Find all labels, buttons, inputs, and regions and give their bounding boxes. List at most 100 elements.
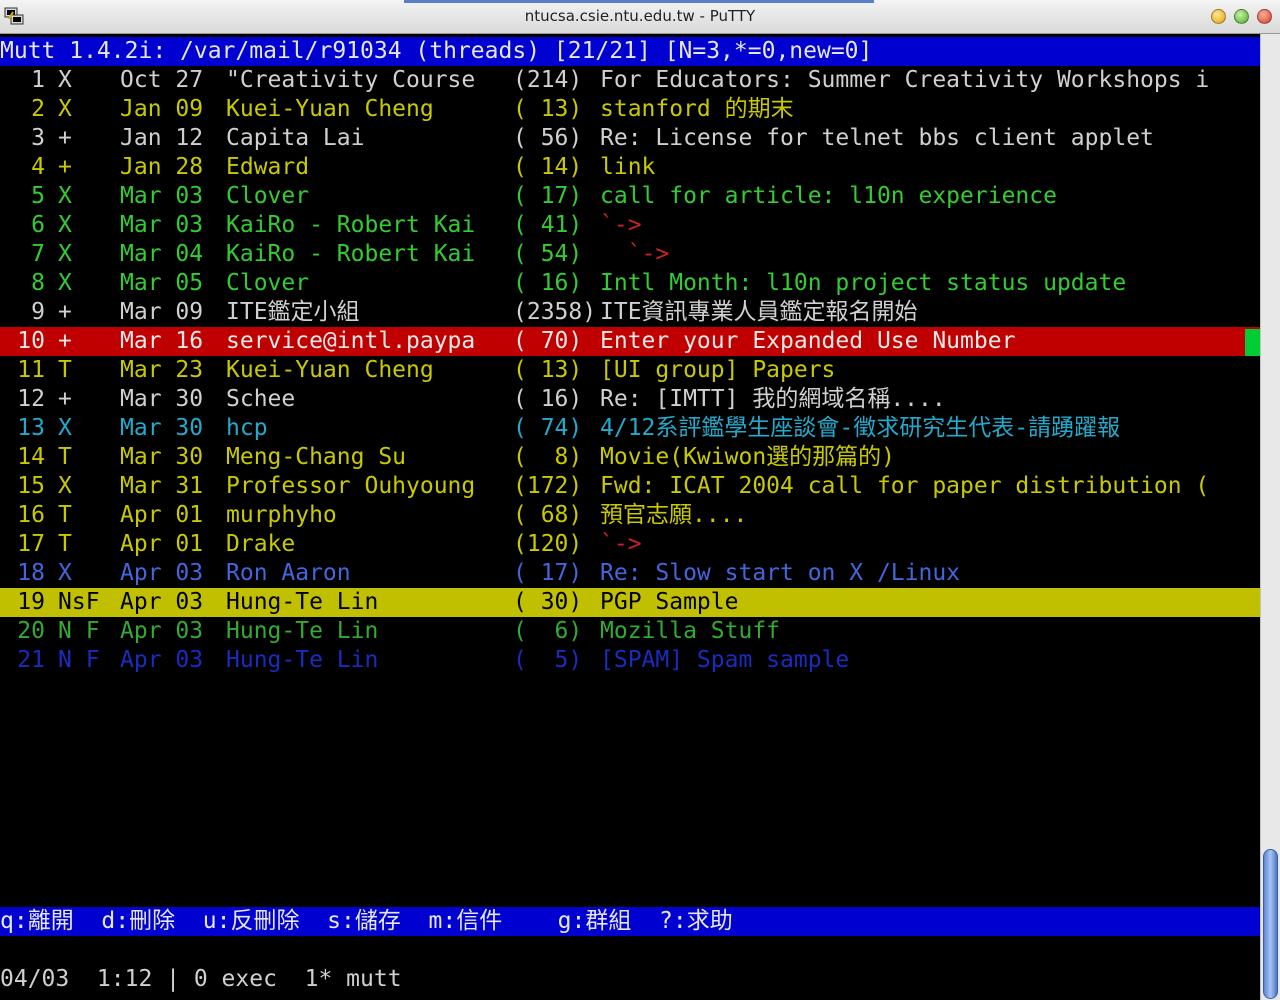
message-num: 6: [31, 212, 45, 238]
message-subject: PGP Sample: [600, 589, 739, 615]
message-from: Kuei-Yuan Cheng: [226, 357, 434, 383]
message-subject: Re: Slow start on X /Linux: [600, 560, 961, 586]
scrollbar-thumb[interactable]: [1263, 849, 1278, 999]
help-bar: q:離開 d:刪除 u:反刪除 s:儲存 m:信件 g:群組 ?:求助: [0, 907, 1260, 936]
message-date: Jan 09: [120, 96, 204, 122]
message-date: Mar 03: [120, 183, 204, 209]
mutt-header-text: Mutt 1.4.2i: /var/mail/r91034 (threads) …: [0, 38, 873, 64]
message-num: 10: [17, 328, 45, 354]
message-from: hcp: [226, 415, 268, 441]
message-row[interactable]: 7 X Mar 04 KaiRo - Robert Kai ( 54) `->: [0, 240, 1260, 269]
message-num: 4: [31, 154, 45, 180]
message-row[interactable]: 2 X Jan 09 Kuei-Yuan Cheng ( 13) stanford 的期末: [0, 95, 1260, 124]
message-from: Clover: [226, 183, 310, 209]
message-row[interactable]: 5 X Mar 03 Clover ( 17) call for article: l10…: [0, 182, 1260, 211]
message-from: Clover: [226, 270, 310, 296]
message-row[interactable]: 8 X Mar 05 Clover ( 16) Intl Month: l10n proj…: [0, 269, 1260, 298]
message-subject: Intl Month: l10n project status update: [600, 270, 1127, 296]
message-row[interactable]: 13 X Mar 30 hcp ( 74) 4/12系評鑑學生座談會-徵求研究生代表-請踴…: [0, 414, 1260, 443]
mutt-header-bar: Mutt 1.4.2i: /var/mail/r91034 (threads) …: [0, 37, 1260, 66]
message-from: Professor Ouhyoung: [226, 473, 476, 499]
message-subject: For Educators: Summer Creativity Worksho…: [600, 67, 1210, 93]
message-num: 11: [17, 357, 45, 383]
message-num: 12: [17, 386, 45, 412]
minimize-button[interactable]: [1211, 9, 1226, 24]
close-button[interactable]: [1257, 9, 1272, 24]
message-num: 1: [31, 67, 45, 93]
message-from: KaiRo - Robert Kai: [226, 241, 476, 267]
message-flag: X: [58, 183, 72, 209]
window-titlebar: ntucsa.csie.ntu.edu.tw - PuTTY: [0, 0, 1280, 34]
message-num: 8: [31, 270, 45, 296]
message-row[interactable]: 20 N F Apr 03 Hung-Te Lin ( 6) Mozilla Stuff: [0, 617, 1260, 646]
message-date: Apr 01: [120, 531, 204, 557]
message-row[interactable]: 11 T Mar 23 Kuei-Yuan Cheng ( 13) [UI group] …: [0, 356, 1260, 385]
message-date: Apr 01: [120, 502, 204, 528]
maximize-button[interactable]: [1234, 9, 1249, 24]
message-date: Apr 03: [120, 618, 204, 644]
message-date: Jan 28: [120, 154, 204, 180]
message-size: ( 17): [513, 560, 583, 586]
message-row[interactable]: 17 T Apr 01 Drake (120) `->: [0, 530, 1260, 559]
message-size: ( 17): [513, 183, 583, 209]
message-size: (120): [513, 531, 583, 557]
message-flag: N F: [58, 647, 100, 673]
message-row[interactable]: 14 T Mar 30 Meng-Chang Su ( 8) Movie(Kwiwon選的…: [0, 443, 1260, 472]
message-num: 9: [31, 299, 45, 325]
message-num: 18: [17, 560, 45, 586]
message-row[interactable]: 10 + Mar 16 service@intl.paypa ( 70) Enter yo…: [0, 327, 1260, 356]
message-row[interactable]: 21 N F Apr 03 Hung-Te Lin ( 5) [SPAM] Spam sa…: [0, 646, 1260, 675]
message-subject: `->: [600, 212, 642, 238]
message-size: (172): [513, 473, 583, 499]
message-flag: X: [58, 270, 72, 296]
message-row[interactable]: 18 X Apr 03 Ron Aaron ( 17) Re: Slow start on…: [0, 559, 1260, 588]
scrollbar[interactable]: [1260, 34, 1280, 1000]
message-row[interactable]: 19 NsF Apr 03 Hung-Te Lin ( 30) PGP Sample: [0, 588, 1260, 617]
terminal-cursor: [1245, 329, 1260, 356]
message-size: ( 30): [513, 589, 583, 615]
message-size: ( 74): [513, 415, 583, 441]
message-row[interactable]: 6 X Mar 03 KaiRo - Robert Kai ( 41) `->: [0, 211, 1260, 240]
message-from: Kuei-Yuan Cheng: [226, 96, 434, 122]
message-num: 16: [17, 502, 45, 528]
message-num: 19: [17, 589, 45, 615]
message-date: Mar 31: [120, 473, 204, 499]
message-from: Edward: [226, 154, 310, 180]
message-date: Jan 12: [120, 125, 204, 151]
message-size: ( 68): [513, 502, 583, 528]
message-row[interactable]: 4 + Jan 28 Edward ( 14) link: [0, 153, 1260, 182]
message-date: Apr 03: [120, 560, 204, 586]
message-subject: ITE資訊專業人員鑑定報名開始: [600, 299, 918, 325]
message-flag: NsF: [58, 589, 100, 615]
message-flag: X: [58, 67, 72, 93]
message-from: ITE鑑定小組: [226, 299, 360, 325]
message-date: Mar 30: [120, 444, 204, 470]
message-date: Apr 03: [120, 589, 204, 615]
screen-status-line: 04/03 1:12 | 0 exec 1* mutt: [0, 965, 1260, 994]
message-flag: X: [58, 415, 72, 441]
message-row[interactable]: 12 + Mar 30 Schee ( 16) Re: [IMTT] 我的網域名稱....: [0, 385, 1260, 414]
message-subject: Mozilla Stuff: [600, 618, 781, 644]
message-num: 3: [31, 125, 45, 151]
message-subject: `->: [600, 531, 642, 557]
message-row[interactable]: 3 + Jan 12 Capita Lai ( 56) Re: License for t…: [0, 124, 1260, 153]
message-num: 20: [17, 618, 45, 644]
message-row[interactable]: 15 X Mar 31 Professor Ouhyoung (172) Fwd: ICA…: [0, 472, 1260, 501]
message-date: Mar 05: [120, 270, 204, 296]
message-num: 7: [31, 241, 45, 267]
message-row[interactable]: 9 + Mar 09 ITE鑑定小組 (2358) ITE資訊專業人員鑑定報名開始: [0, 298, 1260, 327]
message-row[interactable]: 1 X Oct 27 "Creativity Course (214) For Educa…: [0, 66, 1260, 95]
message-size: ( 6): [513, 618, 583, 644]
message-size: ( 13): [513, 96, 583, 122]
message-date: Mar 09: [120, 299, 204, 325]
message-size: ( 5): [513, 647, 583, 673]
message-row[interactable]: 16 T Apr 01 murphyho ( 68) 預官志願....: [0, 501, 1260, 530]
message-size: ( 56): [513, 125, 583, 151]
message-num: 5: [31, 183, 45, 209]
message-flag: +: [58, 328, 72, 354]
message-from: Meng-Chang Su: [226, 444, 407, 470]
message-flag: T: [58, 531, 72, 557]
terminal-screen[interactable]: Mutt 1.4.2i: /var/mail/r91034 (threads) …: [0, 34, 1260, 1000]
message-flag: +: [58, 125, 72, 151]
message-num: 21: [17, 647, 45, 673]
